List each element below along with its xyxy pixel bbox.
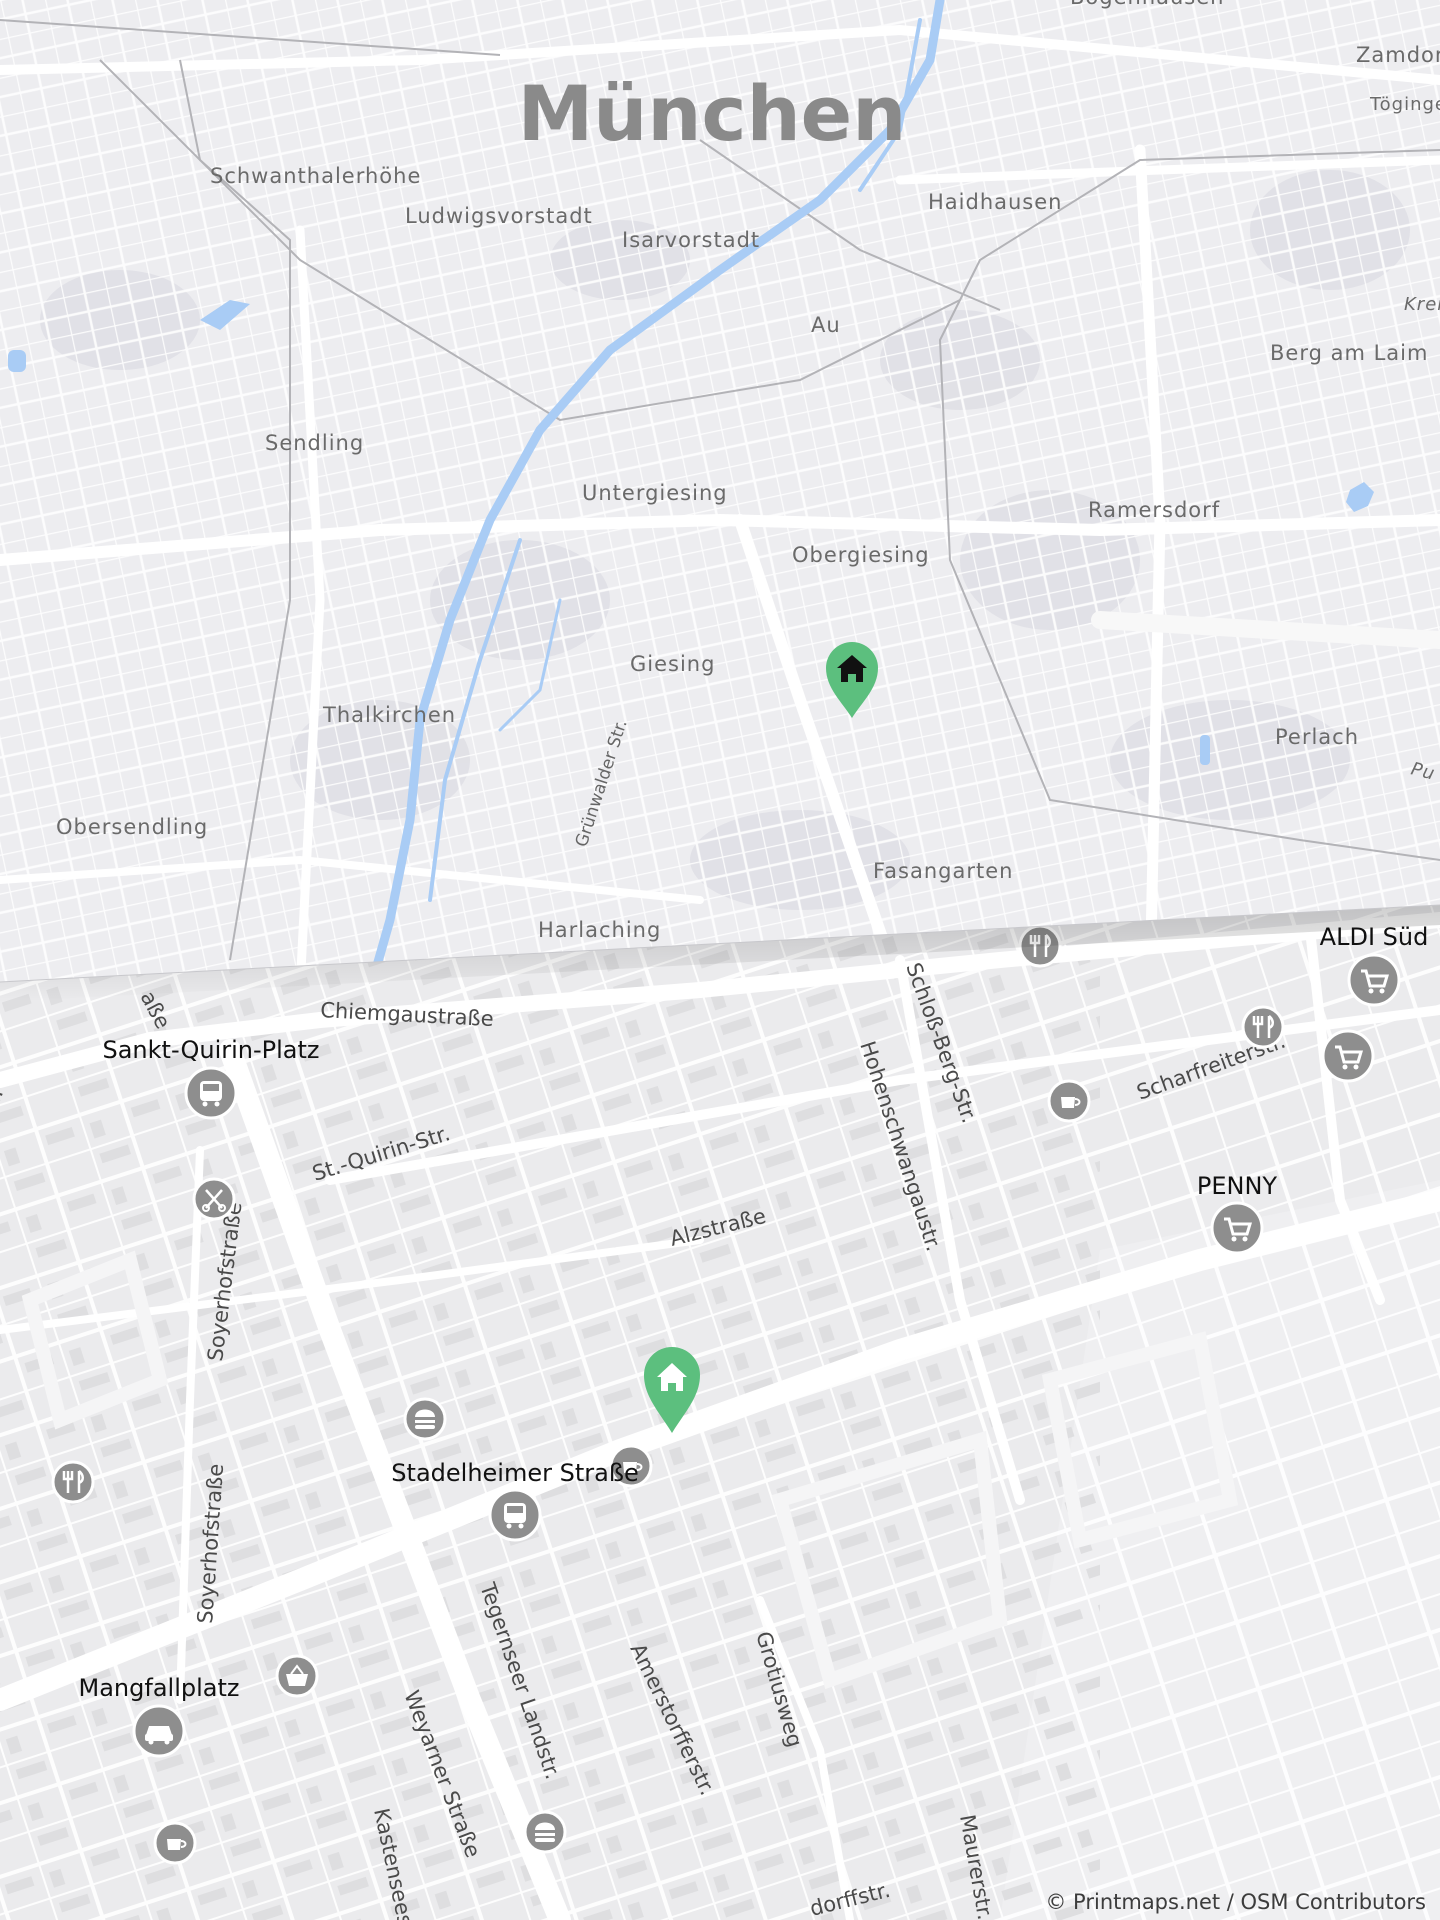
bus-icon[interactable] bbox=[488, 1488, 542, 1542]
attribution-credit: © Printmaps.net / OSM Contributors bbox=[1045, 1890, 1426, 1914]
bus-icon[interactable] bbox=[184, 1066, 238, 1120]
restaurant-icon[interactable] bbox=[51, 1460, 95, 1504]
cart-icon[interactable] bbox=[1210, 1201, 1264, 1255]
district-label: Fasangarten bbox=[873, 859, 1013, 883]
district-label: Sendling bbox=[265, 431, 364, 455]
district-label: Obergiesing bbox=[792, 543, 930, 567]
detail-map: Chiemgaustraße St.-Quirin-Str. Alzstraße… bbox=[0, 905, 1440, 1920]
car-icon[interactable] bbox=[132, 1704, 186, 1758]
district-label: Untergiesing bbox=[582, 481, 728, 505]
district-label: Perlach bbox=[1275, 725, 1359, 749]
poi-label: Stadelheimer Straße bbox=[391, 1459, 638, 1487]
overview-map: München Schwanthalerhöhe Ludwigsvorstadt… bbox=[0, 0, 1440, 982]
basket-icon[interactable] bbox=[275, 1654, 319, 1698]
fastfood-icon[interactable] bbox=[403, 1397, 447, 1441]
district-label: Giesing bbox=[630, 652, 715, 676]
restaurant-icon[interactable] bbox=[1241, 1005, 1285, 1049]
district-label: Bogenhausen bbox=[1070, 0, 1224, 9]
map-canvas[interactable]: München Schwanthalerhöhe Ludwigsvorstadt… bbox=[0, 0, 1440, 1920]
poi-label: Sankt-Quirin-Platz bbox=[102, 1036, 319, 1064]
district-label: Berg am Laim bbox=[1270, 341, 1428, 365]
poi-label: PENNY bbox=[1197, 1172, 1278, 1200]
city-label: München bbox=[518, 69, 907, 158]
district-label: Au bbox=[811, 313, 841, 337]
district-label: Harlaching bbox=[538, 918, 661, 942]
district-label: Krei bbox=[1404, 294, 1440, 315]
district-label: Isarvorstadt bbox=[622, 228, 760, 252]
cafe-icon[interactable] bbox=[1047, 1079, 1091, 1123]
cafe-icon[interactable] bbox=[153, 1821, 197, 1865]
district-label: Ludwigsvorstadt bbox=[405, 204, 593, 228]
cart-icon[interactable] bbox=[1347, 953, 1401, 1007]
district-label: Thalkirchen bbox=[322, 703, 456, 727]
district-label: Zamdorf bbox=[1356, 43, 1440, 67]
hairdresser-icon[interactable] bbox=[192, 1177, 236, 1221]
district-label: Obersendling bbox=[56, 815, 208, 839]
district-label: Töginge bbox=[1369, 94, 1440, 115]
district-label: Haidhausen bbox=[928, 190, 1062, 214]
district-label: Schwanthalerhöhe bbox=[210, 164, 421, 188]
cart-icon[interactable] bbox=[1321, 1029, 1375, 1083]
district-label: Ramersdorf bbox=[1088, 498, 1220, 522]
fastfood-icon[interactable] bbox=[523, 1810, 567, 1854]
poi-label: Mangfallplatz bbox=[79, 1674, 240, 1702]
